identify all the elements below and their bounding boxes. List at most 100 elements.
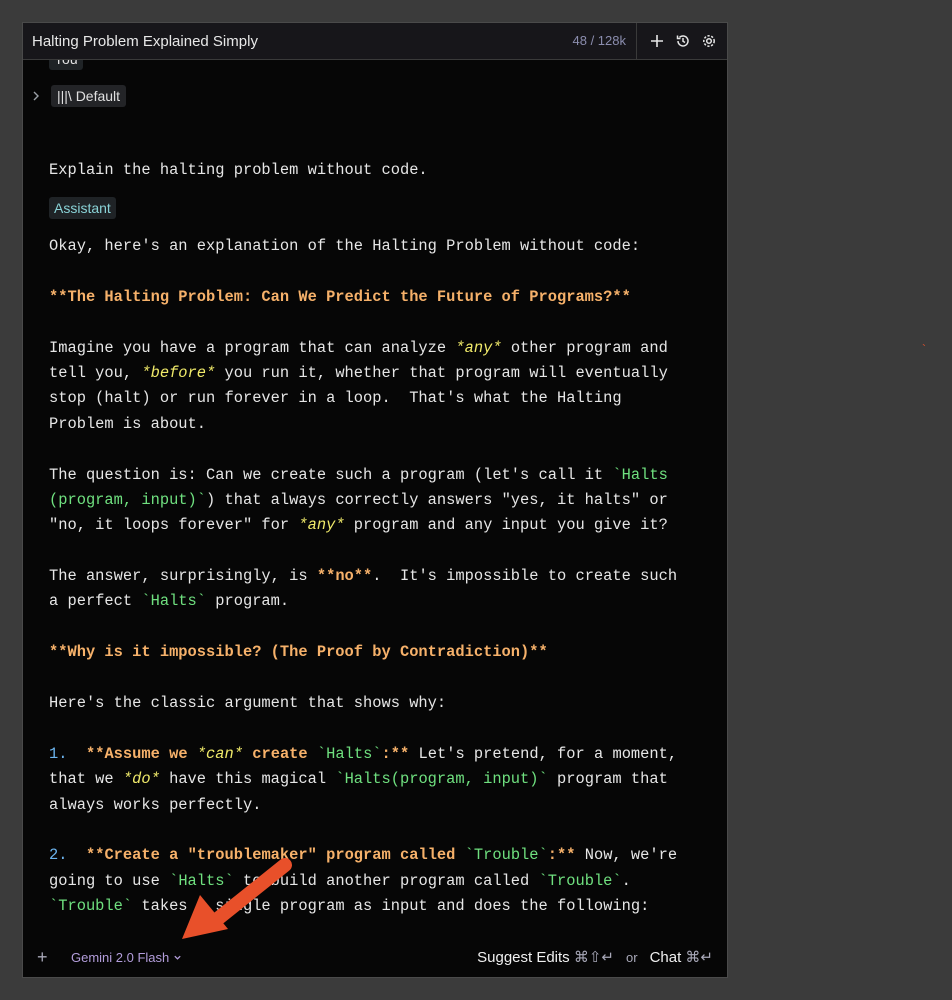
arrow-annotation-icon [182,858,292,939]
suggest-edits-button[interactable]: Suggest Edits ⌘⇧↵ [477,948,614,966]
reply-line [49,259,677,284]
reply-segment [67,745,85,763]
reply-segment: program. [206,592,290,611]
context-label: \ Default [67,88,121,104]
user-message: Explain the halting problem without code… [49,161,428,179]
chat-shortcut: ⌘↵ [685,949,713,966]
reply-line: that we *do* have this magical `Halts(pr… [49,767,677,792]
reply-segment: `Halts` [316,744,382,763]
reply-segment: The question is: Can we create such a pr… [49,465,613,484]
chat-button[interactable]: Chat ⌘↵ [650,948,713,966]
reply-segment: :** [381,744,410,763]
reply-segment: Imagine you have a program that can anal… [49,338,456,357]
reply-line: `Trouble` takes a single program as inpu… [49,894,677,919]
chevron-right-icon[interactable] [31,88,49,104]
assistant-role-badge: Assistant [49,197,116,219]
reply-segment: `Halts(program, input)` [335,770,548,789]
model-selector[interactable]: Gemini 2.0 Flash [71,950,182,965]
reply-segment: Let's pretend, for a moment, [409,744,678,763]
context-badge[interactable]: |||\ Default [51,85,127,107]
library-icon: ||| [57,88,68,104]
reply-line: always works perfectly. [49,793,677,818]
reply-segment: *do* [122,770,160,789]
add-icon[interactable] [649,33,665,49]
reply-segment: Problem is about. [49,414,207,433]
reply-segment: `Trouble` [464,846,548,865]
user-role-badge: You [49,60,83,70]
reply-segment: always works perfectly. [49,795,262,814]
reply-line: 2. **Create a "troublemaker" program cal… [49,843,677,868]
reply-segment: (program, input)` [49,490,207,509]
reply-segment: *any* [298,516,345,535]
reply-line: The question is: Can we create such a pr… [49,463,677,488]
reply-line: Here's the classic argument that shows w… [49,691,677,716]
add-context-icon[interactable]: + [37,947,57,968]
history-icon[interactable] [675,33,691,49]
reply-line: (program, input)`) that always correctly… [49,488,677,513]
reply-segment: tell you, [49,363,142,382]
chat-panel: Halting Problem Explained Simply 48 / 12… [22,22,728,978]
reply-line: **The Halting Problem: Can We Predict th… [49,285,677,310]
token-counter: 48 / 128k [573,23,637,59]
reply-line: a perfect `Halts` program. [49,589,677,614]
reply-line: "no, it loops forever" for *any* program… [49,513,677,538]
or-separator: or [626,949,638,965]
reply-line: Problem is about. [49,412,677,437]
chevron-down-icon [174,955,181,960]
reply-line: stop (halt) or run forever in a loop. Th… [49,386,677,411]
reply-segment: Okay, here's an explanation of the Halti… [49,237,641,255]
reply-line: 1. **Assume we *can* create `Halts`:** L… [49,742,677,767]
panel-header: Halting Problem Explained Simply 48 / 12… [23,23,727,60]
reply-line: tell you, *before* you run it, whether t… [49,361,677,386]
reply-segment: . [621,871,631,890]
reply-segment: program that [547,770,668,789]
suggest-edits-shortcut: ⌘⇧↵ [573,949,614,966]
reply-line [49,437,677,462]
settings-icon[interactable] [701,33,717,49]
reply-segment: 1. [49,744,68,763]
reply-segment: other program and [501,338,668,357]
reply-segment: you run it, whether that program will ev… [215,363,668,382]
suggest-edits-label: Suggest Edits [477,949,570,966]
reply-line [49,818,677,843]
reply-line: Okay, here's an explanation of the Halti… [49,234,677,259]
annotation-tick: ` [922,342,926,356]
conversation-title[interactable]: Halting Problem Explained Simply [32,33,573,50]
conversation-area: You |||\ Default Explain the halting pro… [23,60,727,937]
reply-line [49,539,677,564]
input-footer: + Gemini 2.0 Flash Suggest Edits ⌘⇧↵ or … [23,937,727,977]
reply-line: The answer, surprisingly, is **no**. It'… [49,564,677,589]
reply-segment: going to use [49,871,170,890]
reply-segment: program and any input you give it? [344,516,668,535]
reply-segment: stop (halt) or run forever in a loop. Th… [49,389,622,408]
reply-segment: *any* [455,338,502,357]
reply-segment: Now, we're [575,846,678,865]
reply-line: going to use `Halts` to build another pr… [49,869,677,894]
reply-segment: that we [49,770,123,789]
reply-segment [67,846,85,864]
reply-segment: *can* [196,744,243,763]
reply-segment: :** [547,846,576,865]
reply-line: Imagine you have a program that can anal… [49,336,677,361]
chat-label: Chat [649,949,682,966]
context-selector[interactable]: |||\ Default [31,85,127,107]
reply-line [49,615,677,640]
reply-segment: **no** [316,567,373,586]
reply-line [49,920,677,937]
reply-line [49,716,677,741]
reply-segment: Here's the classic argument that shows w… [49,694,447,713]
reply-segment: The answer, surprisingly, is [49,567,317,586]
reply-segment: *before* [141,363,216,382]
reply-segment: "no, it loops forever" for [49,516,299,535]
reply-line [49,310,677,335]
reply-segment: a perfect [49,592,142,611]
reply-segment: create [243,744,317,763]
reply-segment: `Trouble` [538,871,622,890]
reply-segment: **Assume we [85,744,197,763]
reply-segment: `Halts [612,465,668,484]
reply-segment: `Halts` [141,592,207,611]
assistant-message: Okay, here's an explanation of the Halti… [49,234,677,937]
reply-line [49,666,677,691]
model-name: Gemini 2.0 Flash [71,949,170,965]
reply-segment: . It's impossible to create such [372,567,678,586]
